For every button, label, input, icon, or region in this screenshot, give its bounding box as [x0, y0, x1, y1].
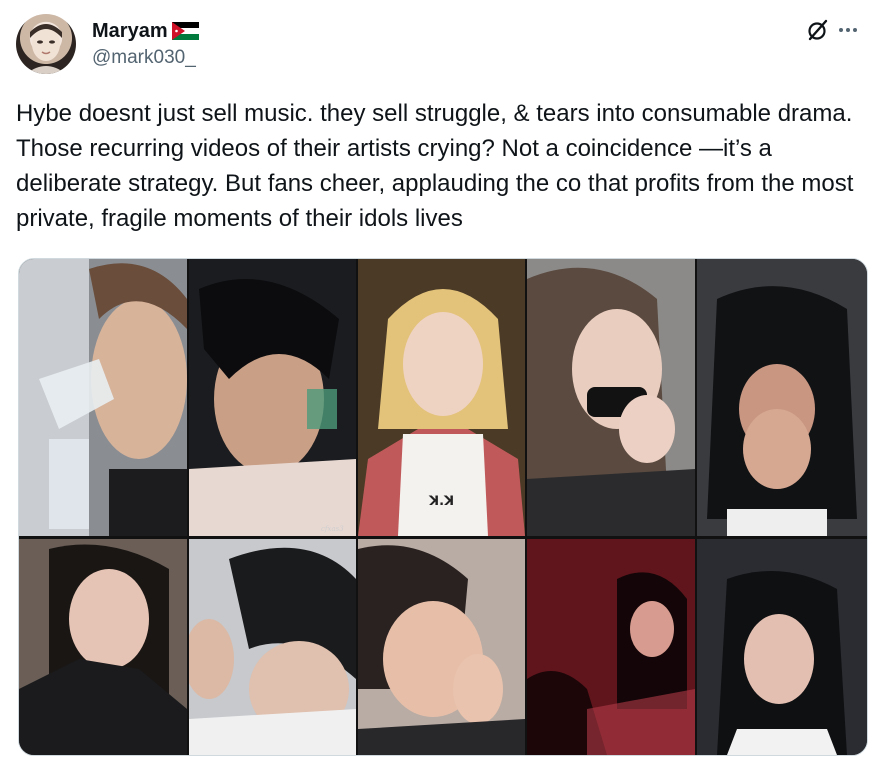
media-photo-2[interactable]: cfxas3 — [189, 259, 356, 536]
more-dots-icon[interactable] — [836, 20, 860, 40]
media-photo-9[interactable] — [527, 539, 695, 755]
media-photo-6[interactable] — [19, 539, 187, 755]
media-photo-1[interactable] — [19, 259, 187, 536]
grok-icon[interactable] — [806, 18, 830, 42]
user-handle[interactable]: @mark030_ — [92, 46, 196, 70]
media-grid[interactable]: cfxas3 ꓘ.ꓘ — [18, 258, 868, 756]
media-photo-5[interactable] — [697, 259, 867, 536]
media-photo-7[interactable] — [189, 539, 356, 755]
profile-avatar[interactable] — [16, 14, 76, 74]
tweet-text: Hybe doesnt just sell music. they sell s… — [16, 100, 854, 232]
media-photo-3[interactable]: ꓘ.ꓘ — [358, 259, 525, 536]
shirt-print: ꓘ.ꓘ — [428, 494, 454, 509]
watermark-text: cfxas3 — [321, 525, 344, 533]
media-photo-4[interactable] — [527, 259, 695, 536]
media-photo-8[interactable] — [358, 539, 525, 755]
name-row: Maryam — [92, 18, 199, 44]
jordan-flag-icon — [171, 22, 199, 40]
tweet-header: Maryam @mark030_ — [16, 12, 860, 76]
display-name[interactable]: Maryam — [92, 18, 168, 44]
media-photo-10[interactable] — [697, 539, 867, 755]
